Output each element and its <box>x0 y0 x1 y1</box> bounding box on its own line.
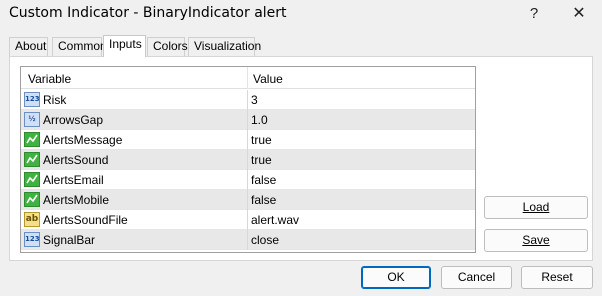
variable-name: ArrowsGap <box>43 113 104 127</box>
tab-about[interactable]: About <box>9 37 48 56</box>
custom-indicator-dialog: Custom Indicator - BinaryIndicator alert… <box>0 0 602 296</box>
tab-common[interactable]: Common <box>52 37 107 56</box>
integer-icon: 123 <box>24 92 40 107</box>
tab-visualization[interactable]: Visualization <box>188 37 261 56</box>
cell-divider <box>247 190 248 210</box>
bool-icon <box>24 132 40 147</box>
cell-divider <box>247 110 248 130</box>
table-row[interactable]: 123 Risk 3 <box>21 90 475 110</box>
variable-value[interactable]: 1.0 <box>251 113 268 127</box>
window-title: Custom Indicator - BinaryIndicator alert <box>9 5 287 21</box>
bool-icon <box>24 152 40 167</box>
table-row[interactable]: AlertsMobile false <box>21 190 475 210</box>
save-button[interactable]: Save <box>484 229 588 252</box>
help-button[interactable]: ? <box>511 0 557 27</box>
cell-divider <box>247 150 248 170</box>
table-row[interactable]: AlertsMessage true <box>21 130 475 150</box>
load-button-label: Load <box>522 200 550 214</box>
integer-icon: 123 <box>24 232 40 247</box>
variable-value[interactable]: true <box>251 133 272 147</box>
ok-button[interactable]: OK <box>361 266 431 289</box>
variable-name: Risk <box>43 93 67 107</box>
table-row[interactable]: AlertsSound true <box>21 150 475 170</box>
variable-value[interactable]: alert.wav <box>251 213 299 227</box>
bool-icon <box>24 192 40 207</box>
grid-header: Variable Value <box>21 67 475 89</box>
close-button[interactable]: ✕ <box>556 0 602 27</box>
variable-name: AlertsEmail <box>43 173 104 187</box>
cell-divider <box>247 90 248 110</box>
column-header-variable[interactable]: Variable <box>28 72 71 86</box>
column-divider[interactable] <box>247 67 248 89</box>
variable-name: AlertsMobile <box>43 193 110 207</box>
load-button[interactable]: Load <box>484 196 588 219</box>
variable-name: AlertsSoundFile <box>43 213 128 227</box>
table-row[interactable]: ½ ArrowsGap 1.0 <box>21 110 475 130</box>
tab-colors[interactable]: Colors <box>147 37 188 56</box>
column-header-value[interactable]: Value <box>253 72 283 86</box>
variable-value[interactable]: false <box>251 173 276 187</box>
inputs-grid: Variable Value 123 Risk 3 ½ ArrowsGap 1.… <box>20 66 476 253</box>
cell-divider <box>247 130 248 150</box>
bool-icon <box>24 172 40 187</box>
inputs-panel: Variable Value 123 Risk 3 ½ ArrowsGap 1.… <box>9 56 593 261</box>
title-bar: Custom Indicator - BinaryIndicator alert… <box>0 0 602 27</box>
tab-inputs[interactable]: Inputs <box>103 35 146 57</box>
cell-divider <box>247 230 248 250</box>
cell-divider <box>247 170 248 190</box>
table-row[interactable]: 123 SignalBar close <box>21 230 475 250</box>
string-icon: ab <box>24 212 40 227</box>
variable-value[interactable]: 3 <box>251 93 258 107</box>
variable-name: SignalBar <box>43 233 96 247</box>
cancel-button[interactable]: Cancel <box>441 266 512 289</box>
cell-divider <box>247 210 248 230</box>
reset-button[interactable]: Reset <box>521 266 593 289</box>
double-icon: ½ <box>24 112 40 127</box>
variable-name: AlertsSound <box>43 153 109 167</box>
table-row[interactable]: AlertsEmail false <box>21 170 475 190</box>
variable-name: AlertsMessage <box>43 133 123 147</box>
table-row[interactable]: ab AlertsSoundFile alert.wav <box>21 210 475 230</box>
save-button-label: Save <box>522 233 550 247</box>
variable-value[interactable]: true <box>251 153 272 167</box>
variable-value[interactable]: false <box>251 193 276 207</box>
variable-value[interactable]: close <box>251 233 279 247</box>
